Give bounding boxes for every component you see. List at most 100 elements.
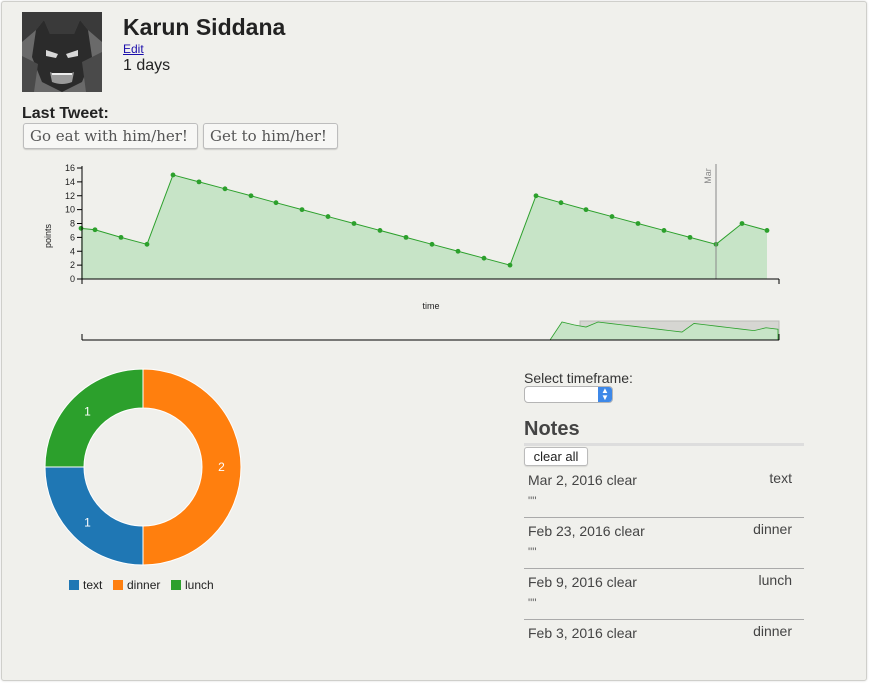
note-item: Feb 23, 2016 clear dinner "": [524, 518, 804, 569]
notes-title: Notes: [524, 418, 580, 440]
days-count: 1 days: [123, 57, 171, 74]
y-tick-label: 4: [70, 246, 75, 256]
month-marker-label: Mar: [703, 168, 713, 184]
legend-label-lunch: lunch: [185, 578, 214, 592]
points-area-chart: 0 2 4 6 8 10 12 14 16 points time Mar: [43, 163, 780, 341]
donut-slice-lunch[interactable]: [44, 368, 144, 468]
data-point[interactable]: [351, 221, 357, 226]
note-type: dinner: [753, 521, 792, 537]
timeline-overview-brush[interactable]: [81, 320, 780, 341]
note-item: Feb 9, 2016 clear lunch "": [524, 569, 804, 620]
y-tick-label: 14: [65, 177, 75, 187]
data-point[interactable]: [144, 241, 150, 247]
data-point[interactable]: [299, 207, 305, 213]
data-point[interactable]: [92, 227, 98, 233]
note-date-line: Mar 2, 2016 clear: [528, 472, 637, 488]
legend-item-lunch: lunch: [171, 578, 214, 592]
data-point[interactable]: [325, 214, 331, 219]
clear-all-button[interactable]: clear all: [524, 447, 588, 466]
data-point[interactable]: [273, 200, 279, 206]
note-date: Feb 9, 2016: [528, 574, 603, 590]
data-point[interactable]: [583, 207, 589, 213]
donut-slice-label-lunch: 1: [84, 404, 91, 418]
data-point[interactable]: [635, 221, 641, 226]
data-point[interactable]: [558, 200, 564, 206]
data-point[interactable]: [377, 228, 383, 233]
donut-slice-label-text: 1: [84, 516, 91, 530]
meal-type-donut-chart: 2 1 1: [44, 368, 242, 566]
note-date-line: Feb 9, 2016 clear: [528, 574, 637, 590]
legend-swatch-text: [69, 580, 79, 590]
note-date: Feb 23, 2016: [528, 523, 611, 539]
legend-swatch-dinner: [113, 580, 123, 590]
data-point[interactable]: [403, 234, 409, 240]
y-tick-label: 6: [70, 232, 75, 242]
points-line: [80, 174, 768, 266]
legend-swatch-lunch: [171, 580, 181, 590]
note-body: "": [528, 494, 537, 508]
legend-label-text: text: [83, 578, 103, 592]
note-date-line: Feb 23, 2016 clear: [528, 523, 645, 539]
notes-divider: [524, 443, 804, 446]
last-tweet-heading: Last Tweet:: [22, 105, 109, 122]
legend-label-dinner: dinner: [127, 578, 161, 592]
y-tick-label: 16: [65, 163, 75, 173]
edit-link[interactable]: Edit: [123, 42, 144, 56]
y-tick-label: 2: [70, 260, 75, 270]
overview-area: [549, 321, 779, 341]
note-type: dinner: [753, 623, 792, 639]
profile-card: Karun Siddana Edit 1 days Last Tweet: Go…: [1, 1, 867, 681]
data-point[interactable]: [533, 193, 539, 199]
data-point[interactable]: [170, 172, 176, 178]
brush-selection[interactable]: [579, 320, 780, 341]
go-eat-button[interactable]: Go eat with him/her!: [23, 123, 198, 149]
note-date: Mar 2, 2016: [528, 472, 603, 488]
y-axis-label: points: [43, 223, 53, 248]
data-point[interactable]: [481, 255, 487, 261]
note-type: lunch: [758, 572, 792, 588]
data-point[interactable]: [764, 228, 770, 233]
legend-item-text: text: [69, 578, 102, 592]
note-clear-link[interactable]: clear: [607, 625, 637, 641]
data-point[interactable]: [507, 262, 513, 268]
y-tick-label: 10: [65, 205, 75, 215]
donut-slice-label-dinner: 2: [218, 460, 225, 474]
note-item: Feb 3, 2016 clear dinner: [524, 620, 804, 671]
note-clear-link[interactable]: clear: [614, 523, 644, 539]
donut-slice-text[interactable]: [44, 466, 144, 566]
data-point[interactable]: [196, 179, 202, 185]
data-point[interactable]: [222, 186, 228, 192]
select-arrows-icon: ▲ ▼: [598, 387, 612, 402]
y-tick-label: 8: [70, 219, 75, 229]
data-point[interactable]: [78, 225, 84, 231]
avatar: [22, 12, 102, 92]
data-point[interactable]: [687, 234, 693, 240]
note-clear-link[interactable]: clear: [607, 574, 637, 590]
data-point[interactable]: [739, 221, 745, 226]
legend-item-dinner: dinner: [113, 578, 160, 592]
note-item: Mar 2, 2016 clear text "": [524, 467, 804, 518]
y-tick-label: 12: [65, 191, 75, 201]
profile-name: Karun Siddana: [123, 14, 286, 40]
data-point[interactable]: [661, 228, 667, 233]
get-to-button[interactable]: Get to him/her!: [203, 123, 338, 149]
data-point[interactable]: [248, 193, 254, 199]
note-body: "": [528, 596, 537, 610]
timeframe-select[interactable]: ▲ ▼: [524, 386, 613, 403]
area-fill: [81, 174, 767, 279]
batman-avatar-image: [22, 12, 102, 92]
data-point[interactable]: [429, 241, 435, 247]
data-point[interactable]: [713, 241, 719, 247]
timeframe-label: Select timeframe:: [524, 370, 633, 386]
y-tick-label: 0: [70, 274, 75, 284]
note-clear-link[interactable]: clear: [607, 472, 637, 488]
data-point[interactable]: [118, 234, 124, 240]
data-point[interactable]: [609, 214, 615, 219]
x-axis-label: time: [422, 301, 439, 311]
donut-slice-dinner[interactable]: [142, 368, 242, 566]
note-type: text: [769, 470, 792, 486]
note-date: Feb 3, 2016: [528, 625, 603, 641]
data-point[interactable]: [455, 248, 461, 254]
note-date-line: Feb 3, 2016 clear: [528, 625, 637, 641]
note-body: "": [528, 545, 537, 559]
